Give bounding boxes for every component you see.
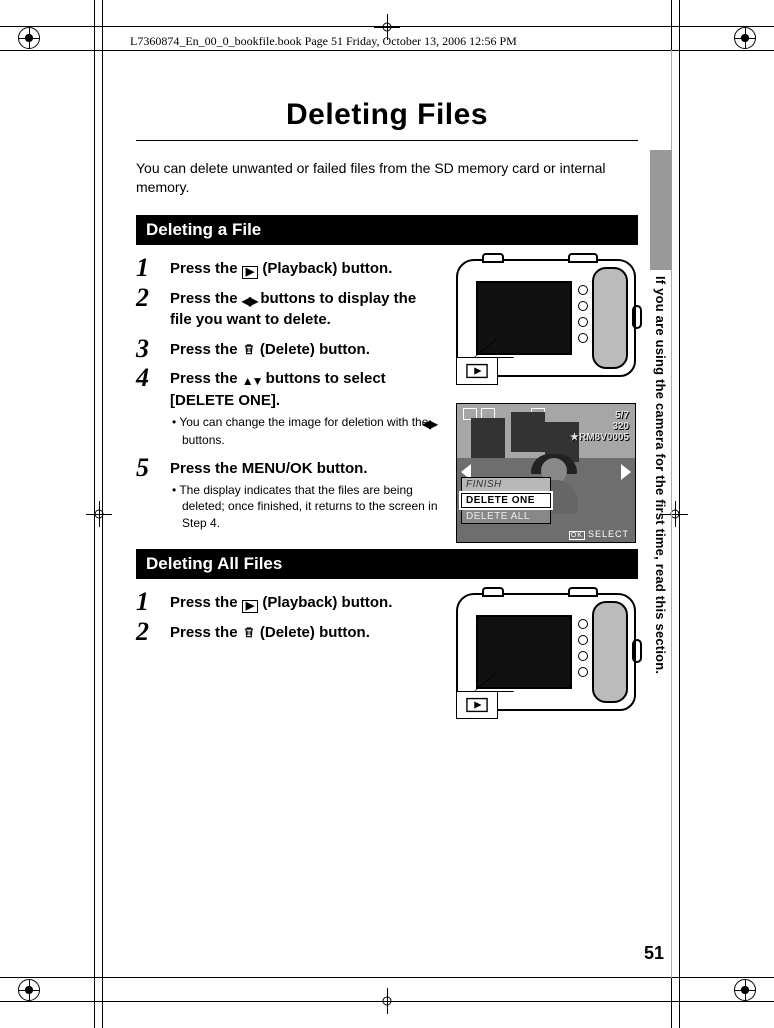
step-sub: You can change the image for deletion wi… — [170, 414, 440, 448]
step-number: 4 — [136, 363, 149, 393]
registration-mark-icon — [734, 979, 756, 1001]
camera-illustration — [456, 259, 636, 377]
up-down-icon — [242, 371, 262, 391]
trash-icon — [242, 341, 256, 358]
left-right-icon — [432, 416, 436, 432]
side-section-label: If you are using the camera for the firs… — [653, 276, 668, 674]
menu-option-finish: FINISH — [461, 477, 551, 492]
section-heading-deleting-a-file: Deleting a File — [136, 215, 638, 245]
menu-option-delete-all: DELETE ALL — [461, 509, 551, 524]
playback-button-callout — [456, 357, 498, 385]
step-text: Press the (Delete) button. — [170, 341, 370, 358]
select-indicator: SELECT — [569, 529, 629, 539]
playback-icon: ▶ — [242, 266, 258, 279]
camera-illustration — [456, 593, 636, 711]
crop-cross-icon — [374, 988, 400, 1014]
print-header: L7360874_En_00_0_bookfile.book Page 51 F… — [130, 34, 517, 49]
registration-mark-icon — [18, 979, 40, 1001]
page-title: Deleting Files — [136, 98, 638, 132]
step-number: 1 — [136, 587, 149, 617]
step-text: Press the (Delete) button. — [170, 624, 370, 641]
step-text: Press the buttons to display the file yo… — [170, 290, 416, 329]
section-tab — [650, 150, 672, 270]
right-arrow-icon — [621, 464, 631, 480]
intro-text: You can delete unwanted or failed files … — [136, 159, 638, 197]
section-heading-deleting-all-files: Deleting All Files — [136, 549, 638, 579]
step-text: Press the buttons to select [DELETE ONE]… — [170, 370, 386, 409]
menu-option-delete-one: DELETE ONE — [461, 493, 551, 508]
delete-menu-screenshot: 5/7 320 ★RM8V0005 FINISH DELETE ONE DELE… — [456, 403, 636, 543]
file-info: 5/7 320 ★RM8V0005 — [570, 410, 629, 443]
step-text: Press the ▶ (Playback) button. — [170, 260, 392, 277]
step-number: 5 — [136, 453, 149, 483]
step-text: Press the ▶ (Playback) button. — [170, 594, 392, 611]
playback-button-callout — [456, 691, 498, 719]
step-text: Press the MENU/OK button. — [170, 460, 368, 477]
registration-mark-icon — [734, 27, 756, 49]
step-sub: The display indicates that the files are… — [170, 482, 440, 531]
step-number: 1 — [136, 253, 149, 283]
page-number: 51 — [644, 943, 664, 964]
step-number: 2 — [136, 283, 149, 313]
registration-mark-icon — [18, 27, 40, 49]
trash-icon — [242, 624, 256, 641]
playback-icon: ▶ — [242, 600, 258, 613]
step-number: 2 — [136, 617, 149, 647]
left-right-icon — [242, 291, 256, 311]
step-number: 3 — [136, 334, 149, 364]
